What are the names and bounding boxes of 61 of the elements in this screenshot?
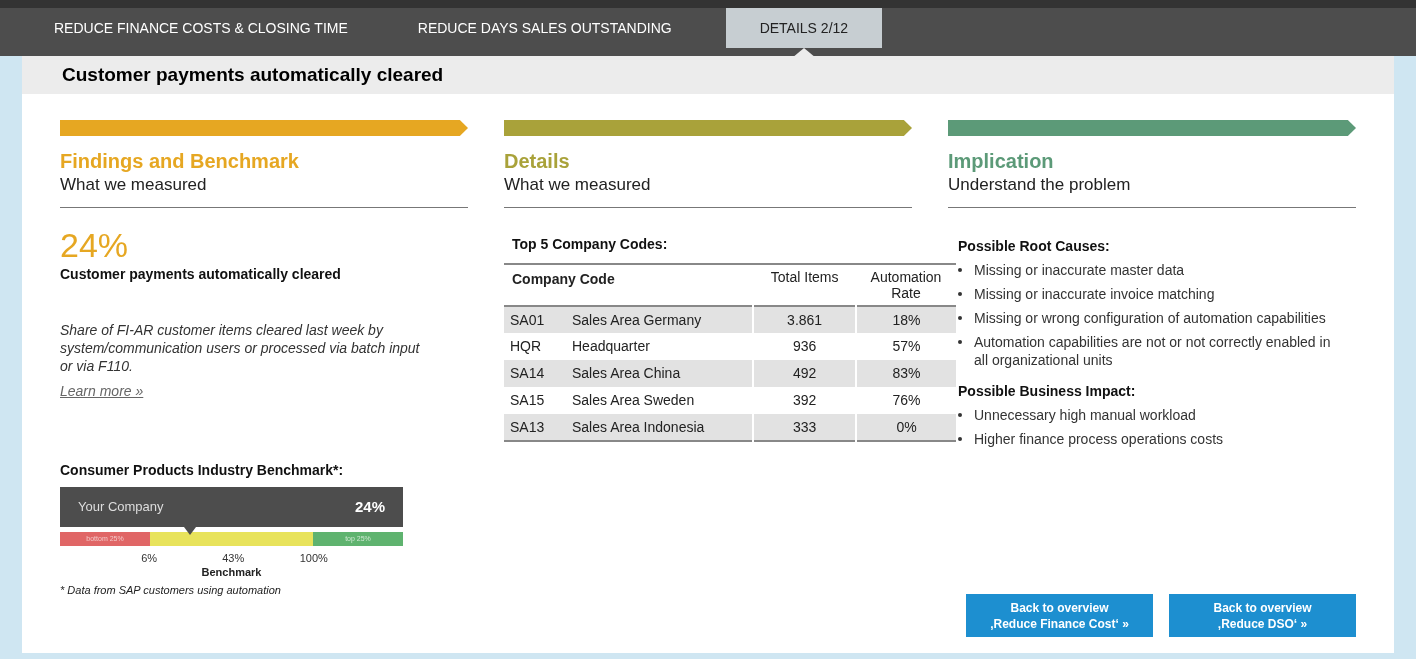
table-cell: 18% [856,306,956,333]
table-cell: 76% [856,387,956,414]
column-subheading: What we measured [60,174,208,196]
table-cell: 333 [753,414,856,441]
column-subheading: What we measured [504,174,652,196]
list-item-text: Unnecessary high manual workload [974,406,1196,424]
column-header: Company Code [504,264,754,306]
tab[interactable]: REDUCE DAYS SALES OUTSTANDING [401,8,688,48]
section-title: Possible Business Impact: [958,382,1137,401]
table-cell: 57% [856,333,956,360]
column-subheading: Understand the problem [948,174,1132,196]
tab[interactable]: REDUCE FINANCE COSTS & CLOSING TIME [38,8,364,48]
bullet-icon [958,437,962,441]
back-to-overview-button[interactable]: Back to overview ‚Reduce DSO‘ » [1169,594,1356,637]
back-to-overview-button[interactable]: Back to overview ‚Reduce Finance Cost‘ » [966,594,1153,637]
table-cell: Sales Area China [566,360,754,387]
list-item-text: Missing or inaccurate invoice matching [974,285,1215,303]
list-item-text: Higher finance process operations costs [974,430,1224,448]
footnote: * Data from SAP customers using automation [60,582,282,598]
table-title: Top 5 Company Codes: [512,235,669,254]
table-cell: 492 [753,360,856,387]
metric-value: 24% [60,226,130,264]
column-heading: Details [504,149,571,173]
bullet-icon [958,268,962,272]
bullet-icon [958,413,962,417]
list-item-text: Missing or wrong configuration of automation capabilities [974,309,1326,327]
tick-label: 6% [141,551,158,566]
table-cell: 83% [856,360,956,387]
bullet-icon [958,292,962,296]
column-heading: Implication [948,149,1055,173]
section-title: Possible Root Causes: [958,237,1111,256]
table-cell: SA01 [504,306,566,333]
table-cell: 3.861 [753,306,856,333]
column-heading: Findings and Benchmark [60,149,300,173]
table-cell: 936 [753,333,856,360]
table-cell: Headquarter [566,333,754,360]
tick-label: 43% [222,551,245,566]
table-cell: SA15 [504,387,566,414]
learn-more-link[interactable]: Learn more » [60,381,144,402]
company-label: Your Company [78,498,164,517]
metric-description: Share of FI-AR customer items cleared last week by system/communication users or processed via batch input or via F110. [60,321,420,375]
table-cell: 392 [753,387,856,414]
table-cell: Sales Area Indonesia [566,414,754,441]
bullet-icon [958,316,962,320]
bullet-icon [958,340,962,344]
column-header: Total Items [753,264,856,306]
table-cell: SA14 [504,360,566,387]
tick-label: 100% [299,551,328,566]
axis-label: Benchmark [200,565,263,580]
table-cell: SA13 [504,414,566,441]
list-item-text: Missing or inaccurate master data [974,261,1185,279]
benchmark-title: Consumer Products Industry Benchmark*: [60,461,345,480]
list-item-text: Automation capabilities are not or not correctly enabled in all organizational units [974,333,1332,369]
company-value: 24% [354,496,385,517]
table-cell: HQR [504,333,566,360]
table-cell: 0% [856,414,956,441]
table-cell: Sales Area Sweden [566,387,754,414]
metric-label: Customer payments automatically cleared [60,265,342,284]
page-title: Customer payments automatically cleared [62,62,444,87]
table-cell: Sales Area Germany [566,306,754,333]
column-header: Automation Rate [856,264,956,306]
